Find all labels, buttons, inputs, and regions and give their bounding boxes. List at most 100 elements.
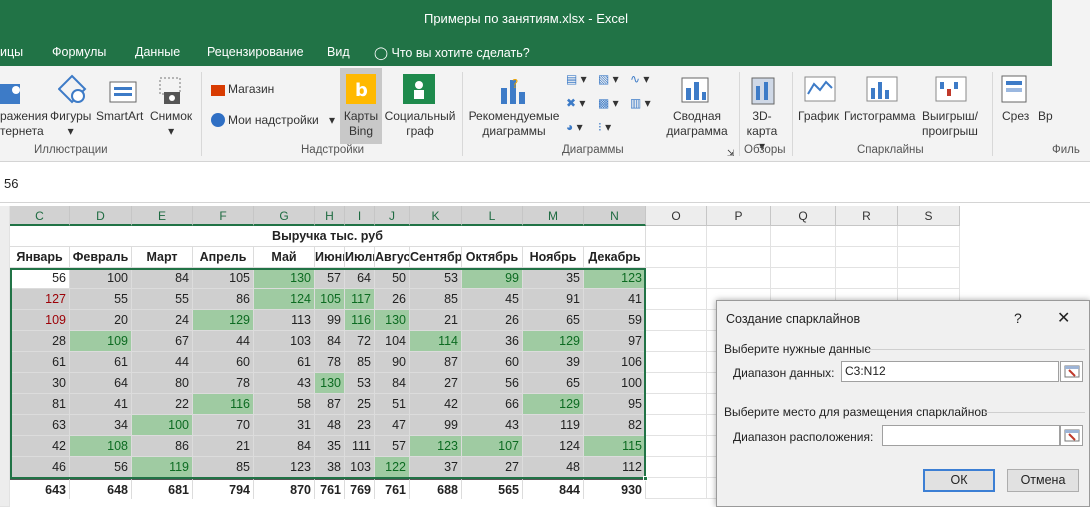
month-header[interactable]: Май — [254, 247, 315, 268]
empty-cell[interactable] — [646, 268, 707, 289]
total-cell[interactable]: 844 — [523, 478, 584, 499]
tab-formulas[interactable]: Формулы — [52, 45, 106, 59]
column-header-n[interactable]: N — [584, 206, 646, 226]
data-cell[interactable]: 84 — [132, 268, 193, 289]
data-cell[interactable]: 25 — [345, 394, 375, 415]
data-cell[interactable]: 41 — [584, 289, 646, 310]
empty-cell[interactable] — [898, 226, 960, 247]
ok-button[interactable]: ОК — [923, 469, 995, 492]
column-header-q[interactable]: Q — [771, 206, 836, 226]
pie-chart-button[interactable]: ◕ ▾ — [566, 120, 583, 135]
combo-chart-button[interactable]: ▥ ▾ — [630, 96, 651, 111]
data-cell[interactable]: 108 — [70, 436, 132, 457]
data-cell[interactable]: 31 — [254, 415, 315, 436]
pivot-chart-button[interactable]: Сводная диаграмма — [660, 109, 734, 139]
total-cell[interactable]: 681 — [132, 478, 193, 499]
column-header-k[interactable]: K — [410, 206, 462, 226]
data-cell[interactable]: 61 — [10, 352, 70, 373]
data-cell[interactable]: 48 — [315, 415, 345, 436]
empty-cell[interactable] — [707, 226, 771, 247]
month-header[interactable]: Июнь — [315, 247, 345, 268]
data-cell[interactable]: 57 — [375, 436, 410, 457]
data-cell[interactable]: 105 — [315, 289, 345, 310]
month-header[interactable]: Апрель — [193, 247, 254, 268]
data-cell[interactable]: 21 — [410, 310, 462, 331]
total-cell[interactable]: 870 — [254, 478, 315, 499]
fill-handle[interactable] — [643, 476, 648, 481]
data-cell[interactable]: 51 — [375, 394, 410, 415]
data-cell[interactable]: 84 — [375, 373, 410, 394]
timeline-button[interactable]: Вр — [1038, 109, 1053, 124]
data-cell[interactable]: 105 — [193, 268, 254, 289]
empty-cell[interactable] — [646, 226, 707, 247]
data-cell[interactable]: 48 — [523, 457, 584, 478]
data-cell[interactable]: 107 — [462, 436, 523, 457]
data-cell[interactable]: 124 — [254, 289, 315, 310]
data-cell[interactable]: 103 — [254, 331, 315, 352]
month-header[interactable]: Ноябрь — [523, 247, 584, 268]
data-cell[interactable]: 106 — [584, 352, 646, 373]
empty-cell[interactable] — [836, 226, 898, 247]
data-cell[interactable]: 109 — [70, 331, 132, 352]
data-cell[interactable]: 80 — [132, 373, 193, 394]
store-button[interactable]: Магазин — [228, 82, 274, 97]
data-cell[interactable]: 66 — [462, 394, 523, 415]
data-cell[interactable]: 124 — [523, 436, 584, 457]
column-header-s[interactable]: S — [898, 206, 960, 226]
empty-cell[interactable] — [646, 289, 707, 310]
data-cell[interactable]: 30 — [10, 373, 70, 394]
month-header[interactable]: Март — [132, 247, 193, 268]
total-cell[interactable]: 930 — [584, 478, 646, 499]
column-header-m[interactable]: M — [523, 206, 584, 226]
data-cell[interactable]: 64 — [70, 373, 132, 394]
table-title[interactable]: Выручка тыс. руб — [10, 226, 646, 247]
data-cell[interactable]: 64 — [345, 268, 375, 289]
data-cell[interactable]: 20 — [70, 310, 132, 331]
data-cell[interactable]: 41 — [70, 394, 132, 415]
empty-cell[interactable] — [771, 247, 836, 268]
month-header[interactable]: Январь — [10, 247, 70, 268]
data-cell[interactable]: 90 — [375, 352, 410, 373]
data-cell[interactable]: 47 — [375, 415, 410, 436]
data-cell[interactable]: 24 — [132, 310, 193, 331]
sparkline-column-button[interactable]: Гистограмма — [844, 109, 915, 124]
empty-cell[interactable] — [707, 268, 771, 289]
data-cell[interactable]: 44 — [193, 331, 254, 352]
data-cell[interactable]: 99 — [315, 310, 345, 331]
data-cell[interactable]: 63 — [10, 415, 70, 436]
data-cell[interactable]: 45 — [462, 289, 523, 310]
sparkline-winloss-button[interactable]: Выигрыш/проигрыш — [922, 109, 978, 139]
data-cell[interactable]: 67 — [132, 331, 193, 352]
data-cell[interactable]: 115 — [584, 436, 646, 457]
month-header[interactable]: Сентябрь — [410, 247, 462, 268]
data-cell[interactable]: 42 — [410, 394, 462, 415]
data-cell[interactable]: 35 — [523, 268, 584, 289]
total-cell[interactable]: 794 — [193, 478, 254, 499]
data-cell[interactable]: 116 — [345, 310, 375, 331]
data-cell[interactable]: 43 — [254, 373, 315, 394]
data-cell[interactable]: 85 — [410, 289, 462, 310]
shapes-button[interactable]: Фигуры ▾ — [50, 109, 91, 139]
my-addins-button[interactable]: Мои надстройки — [228, 113, 319, 128]
empty-cell[interactable] — [646, 352, 707, 373]
data-cell[interactable]: 86 — [132, 436, 193, 457]
data-cell[interactable]: 58 — [254, 394, 315, 415]
data-cell[interactable]: 111 — [345, 436, 375, 457]
data-cell[interactable]: 116 — [193, 394, 254, 415]
month-header[interactable]: Февраль — [70, 247, 132, 268]
total-cell[interactable]: 565 — [462, 478, 523, 499]
data-cell[interactable]: 65 — [523, 373, 584, 394]
data-cell[interactable]: 78 — [315, 352, 345, 373]
data-cell[interactable]: 123 — [254, 457, 315, 478]
data-cell[interactable]: 103 — [345, 457, 375, 478]
data-cell[interactable]: 104 — [375, 331, 410, 352]
empty-cell[interactable] — [646, 394, 707, 415]
data-cell[interactable]: 26 — [375, 289, 410, 310]
data-cell[interactable]: 84 — [315, 331, 345, 352]
column-chart-button[interactable]: ▤ ▾ — [566, 72, 587, 87]
data-cell[interactable]: 91 — [523, 289, 584, 310]
location-range-input[interactable] — [882, 425, 1060, 446]
empty-cell[interactable] — [771, 268, 836, 289]
data-cell[interactable]: 112 — [584, 457, 646, 478]
data-cell[interactable]: 39 — [523, 352, 584, 373]
